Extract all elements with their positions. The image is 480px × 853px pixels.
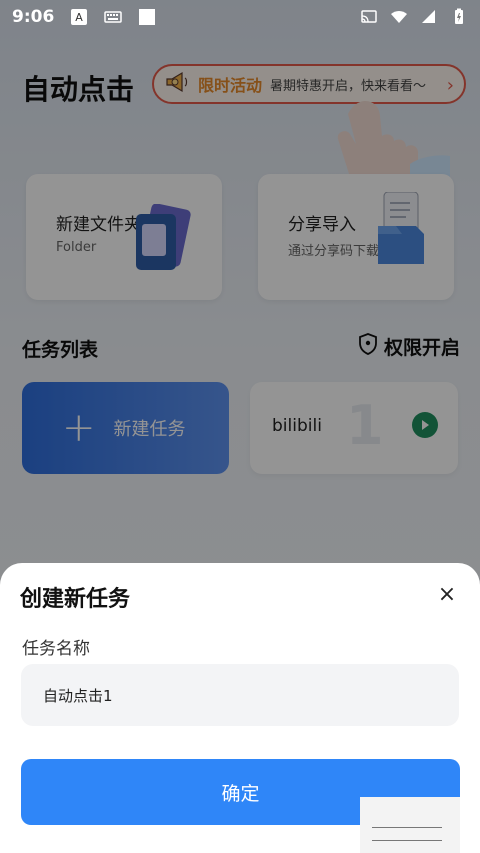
cast-icon [360,8,378,26]
wifi-icon [390,8,408,26]
app-a-icon: A [70,8,88,26]
sheet-title: 创建新任务 [20,587,131,612]
notification-square-icon [138,8,156,26]
partial-overlay-widget [360,797,460,853]
svg-text:A: A [76,11,84,24]
battery-icon [450,8,468,26]
keyboard-icon [104,8,123,26]
task-name-input[interactable] [21,664,459,726]
task-name-label: 任务名称 [22,639,90,659]
signal-icon [420,8,438,26]
status-time: 9:06 [12,7,55,27]
status-bar: 9:06 A [0,0,480,34]
squiggle-lines [372,827,442,841]
close-icon[interactable]: × [436,582,458,607]
